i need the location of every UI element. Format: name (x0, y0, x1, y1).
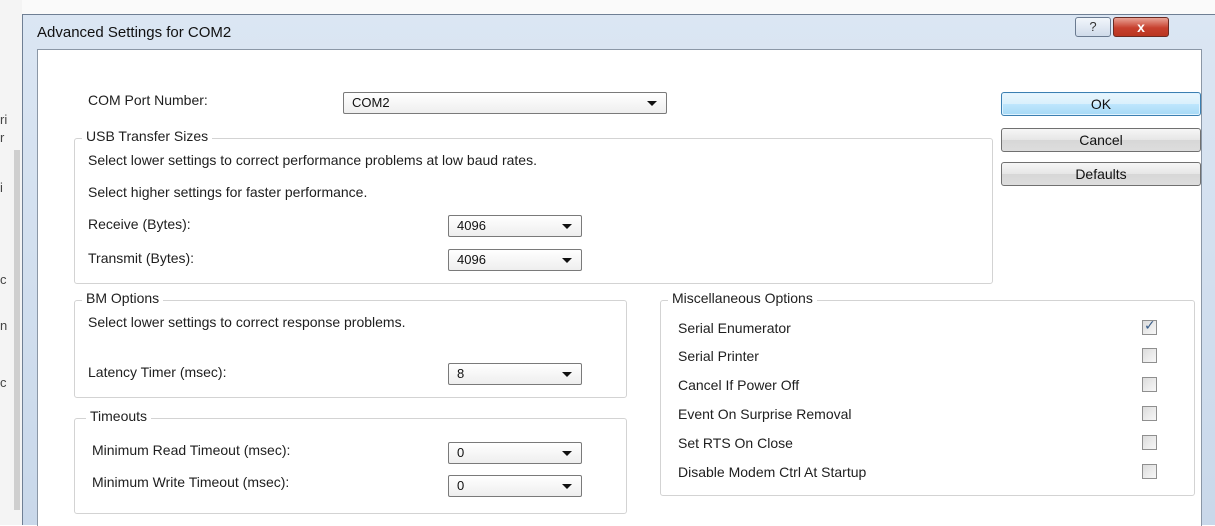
transmit-bytes-value: 4096 (457, 252, 486, 267)
ok-button-label: OK (1090, 96, 1112, 112)
help-icon: ? (1089, 19, 1097, 34)
background-text-fragment: r (0, 130, 5, 145)
title-bar[interactable]: Advanced Settings for COM2 ? x (23, 15, 1215, 49)
latency-timer-value: 8 (457, 366, 465, 381)
cancel-button-label: Cancel (1079, 132, 1123, 148)
chevron-down-icon (562, 451, 572, 456)
min-write-timeout-label: Minimum Write Timeout (msec): (92, 474, 290, 490)
background-top-edge (0, 0, 1215, 14)
misc-options-title: Miscellaneous Options (668, 290, 817, 306)
min-write-timeout-select[interactable]: 0 (448, 475, 582, 497)
event-on-surprise-removal-label: Event On Surprise Removal (678, 406, 852, 422)
set-rts-on-close-checkbox[interactable] (1142, 435, 1157, 450)
window-title: Advanced Settings for COM2 (37, 24, 232, 41)
chevron-down-icon (647, 101, 657, 106)
background-scrollbar (14, 150, 20, 510)
help-button[interactable]: ? (1075, 17, 1111, 37)
min-read-timeout-select[interactable]: 0 (448, 442, 582, 464)
transmit-bytes-select[interactable]: 4096 (448, 249, 582, 271)
receive-bytes-label: Receive (Bytes): (88, 216, 191, 232)
usb-description-higher: Select higher settings for faster perfor… (88, 184, 368, 200)
usb-description-lower: Select lower settings to correct perform… (88, 152, 537, 168)
timeouts-title: Timeouts (86, 408, 152, 424)
min-read-timeout-label: Minimum Read Timeout (msec): (92, 442, 291, 458)
chevron-down-icon (562, 258, 572, 263)
transmit-bytes-label: Transmit (Bytes): (88, 250, 195, 266)
min-read-timeout-value: 0 (457, 445, 465, 460)
com-port-select[interactable]: COM2 (343, 92, 667, 114)
cancel-if-power-off-checkbox[interactable] (1142, 377, 1157, 392)
defaults-button[interactable]: Defaults (1001, 162, 1201, 186)
min-write-timeout-value: 0 (457, 478, 465, 493)
usb-transfer-sizes-title: USB Transfer Sizes (82, 128, 213, 144)
serial-enumerator-label: Serial Enumerator (678, 320, 791, 336)
disable-modem-ctrl-checkbox[interactable] (1142, 464, 1157, 479)
receive-bytes-value: 4096 (457, 218, 486, 233)
dialog-content: COM Port Number: COM2 USB Transfer Sizes… (37, 49, 1202, 526)
latency-timer-select[interactable]: 8 (448, 363, 582, 385)
dialog-window: Advanced Settings for COM2 ? x COM Port … (22, 14, 1215, 526)
background-text-fragment: c (0, 272, 7, 287)
close-button[interactable]: x (1113, 17, 1169, 37)
ok-button[interactable]: OK (1001, 92, 1201, 116)
serial-printer-checkbox[interactable] (1142, 348, 1157, 363)
set-rts-on-close-label: Set RTS On Close (678, 435, 793, 451)
chevron-down-icon (562, 484, 572, 489)
cancel-button[interactable]: Cancel (1001, 128, 1201, 152)
com-port-label: COM Port Number: (88, 92, 208, 108)
latency-timer-label: Latency Timer (msec): (88, 364, 227, 380)
background-window-edge (0, 0, 22, 525)
background-text-fragment: n (0, 318, 8, 333)
checkmark-icon: ✓ (1144, 317, 1156, 333)
serial-enumerator-checkbox[interactable]: ✓ (1142, 317, 1157, 335)
cancel-if-power-off-label: Cancel If Power Off (678, 377, 800, 393)
timeouts-group (74, 418, 627, 514)
event-on-surprise-removal-checkbox[interactable] (1142, 406, 1157, 421)
defaults-button-label: Defaults (1075, 166, 1127, 182)
chevron-down-icon (562, 224, 572, 229)
background-text-fragment: i (0, 180, 3, 195)
close-icon: x (1137, 19, 1145, 35)
chevron-down-icon (562, 372, 572, 377)
receive-bytes-select[interactable]: 4096 (448, 215, 582, 237)
background-text-fragment: ri (0, 112, 8, 127)
com-port-value: COM2 (352, 95, 390, 110)
serial-printer-label: Serial Printer (678, 348, 759, 364)
bm-description: Select lower settings to correct respons… (88, 314, 406, 330)
disable-modem-ctrl-label: Disable Modem Ctrl At Startup (678, 464, 867, 480)
background-text-fragment: c (0, 375, 7, 390)
bm-options-title: BM Options (82, 290, 164, 306)
